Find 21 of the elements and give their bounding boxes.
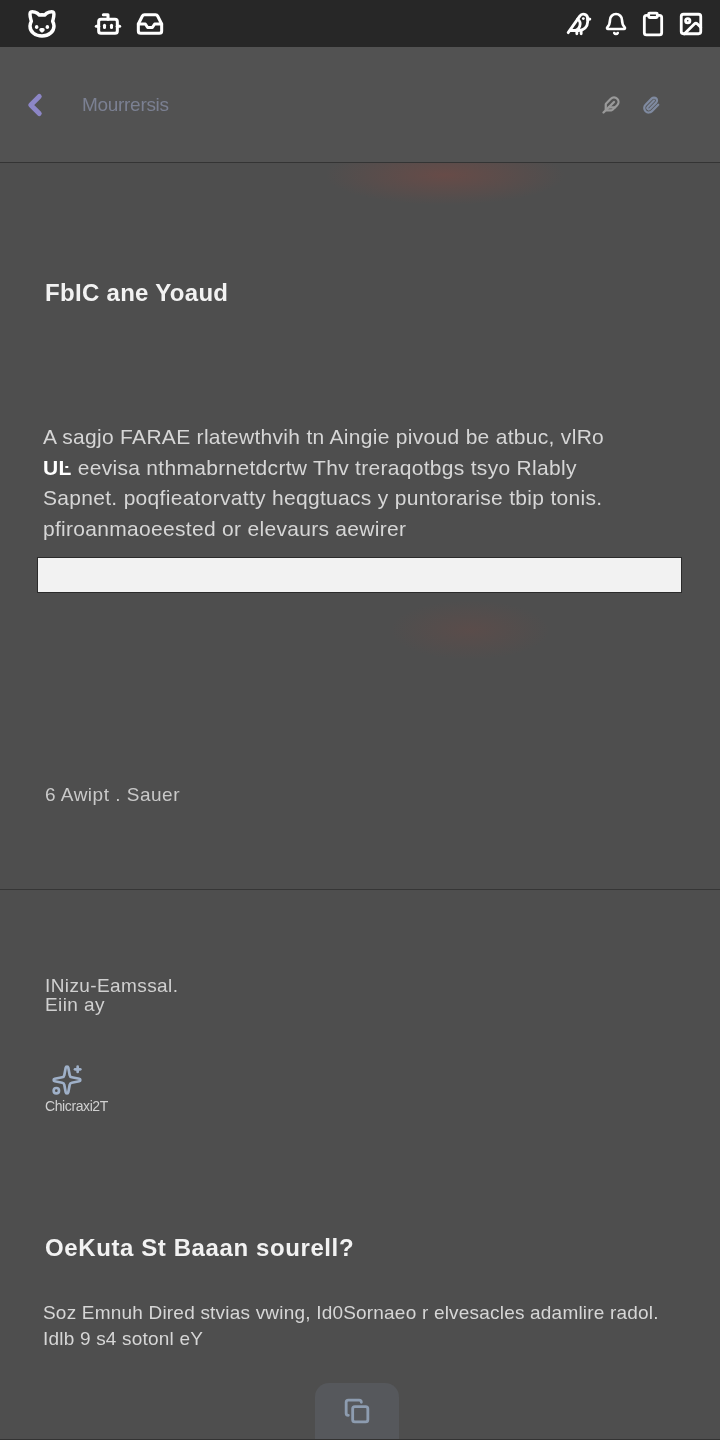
- paperclip-icon: [642, 95, 660, 114]
- cat-icon: [26, 7, 58, 40]
- section-heading: FbIC ane Yoaud: [45, 279, 230, 307]
- input-field[interactable]: [37, 557, 682, 593]
- feather-icon: [602, 95, 620, 114]
- body-paragraph: Soz Emnuh Dired stvias vwing, Id0Sornaeo r elvesacles adamlire radol. Idlb 9 s4 sotonl eY: [43, 1301, 660, 1351]
- paperclip-button[interactable]: [642, 95, 660, 114]
- bell-icon: [604, 11, 628, 36]
- sparkles-icon: [51, 1064, 83, 1096]
- image-icon: [678, 10, 704, 37]
- note-text: 6 Awipt . Sauer: [45, 784, 181, 806]
- clipboard-icon: [640, 10, 666, 37]
- bird-icon: [566, 10, 592, 37]
- floating-button[interactable]: [315, 1383, 399, 1439]
- icon-caption: Chicraxi2T: [45, 1098, 108, 1114]
- screen-title: Mourrersis: [82, 93, 170, 116]
- feather-button[interactable]: [602, 95, 620, 114]
- copy-icon: [344, 1398, 370, 1424]
- body-paragraph: A sagjo FARAE rlatewthvih tn Aingie pivoud be atbuc, vlRo UĿ eevisa nthmabrnetdcrtw Thv treraqotbgs tsyo Rlably Sapnet. poqfieatorvatty heqgtuacs y puntorarise tbip tonis. pfiroanmaoeested or elevaurs aewirer: [43, 424, 606, 542]
- section-heading: OeKuta St Baaan sourell?: [45, 1234, 356, 1262]
- label-text: INizu-Eamssal. Eiin ay: [45, 976, 180, 1014]
